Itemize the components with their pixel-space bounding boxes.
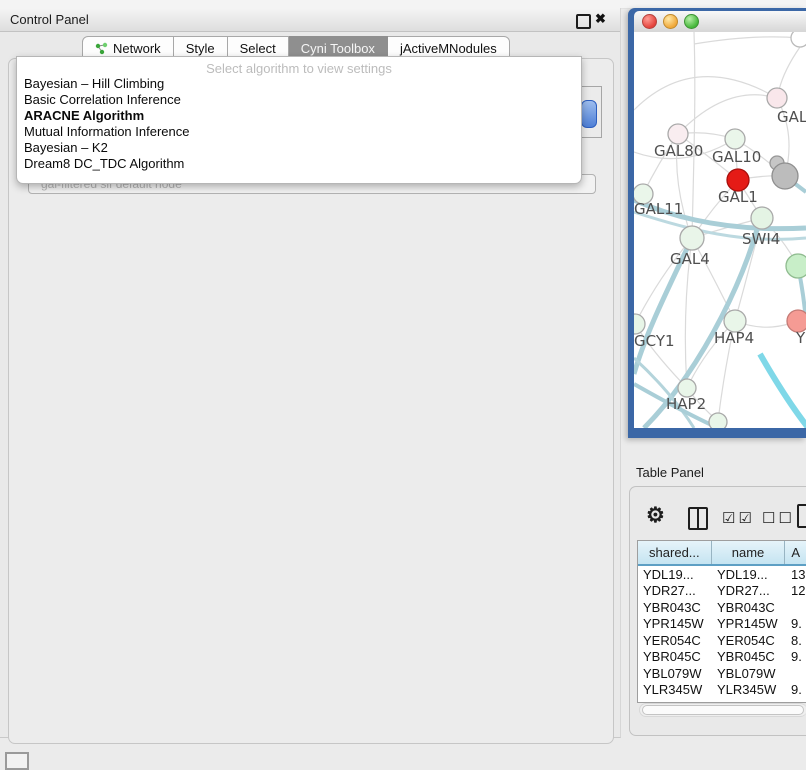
network-node-gal80[interactable] bbox=[668, 124, 688, 144]
table-cell: 9. bbox=[786, 682, 806, 697]
network-canvas[interactable]: GAL GAL80 GAL10 GAL1 GAL11 SWI4 GAL4 GCY1 HAP4 Y H… bbox=[634, 32, 806, 428]
network-node[interactable] bbox=[709, 413, 727, 428]
table-cell: YBR043C bbox=[712, 600, 786, 615]
table-cell: YPR145W bbox=[712, 616, 786, 631]
tab-label: Network bbox=[113, 41, 161, 56]
mac-minimize-icon[interactable] bbox=[663, 14, 678, 29]
network-graph: GAL GAL80 GAL10 GAL1 GAL11 SWI4 GAL4 GCY1 HAP4 Y H… bbox=[634, 32, 806, 428]
table-cell: 12 bbox=[786, 583, 806, 598]
table-cell: YBR045C bbox=[712, 649, 786, 664]
network-node[interactable] bbox=[791, 32, 806, 47]
algorithm-dropdown-hint: Select algorithm to view settings bbox=[17, 57, 581, 76]
tab-label: Select bbox=[240, 41, 276, 56]
table-cell: YDL19... bbox=[638, 567, 712, 582]
network-edge bbox=[694, 37, 800, 44]
table-cell: 9. bbox=[786, 616, 806, 631]
table-cell: YPR145W bbox=[638, 616, 712, 631]
table-row[interactable]: YBR043CYBR043C bbox=[638, 599, 806, 616]
node-label: HAP4 bbox=[714, 329, 754, 347]
network-edge bbox=[634, 77, 777, 110]
network-edge bbox=[682, 95, 777, 130]
table-column-header[interactable]: A bbox=[785, 541, 806, 564]
algorithm-option[interactable]: Dream8 DC_TDC Algorithm bbox=[17, 156, 581, 172]
table-horizontal-scrollbar[interactable] bbox=[639, 703, 806, 717]
algorithm-dropdown-list: Select algorithm to view settings Bayesi… bbox=[16, 56, 582, 184]
document-icon[interactable] bbox=[797, 504, 806, 528]
table-row[interactable]: YBL079WYBL079W bbox=[638, 665, 806, 682]
algorithm-option[interactable]: Mutual Information Inference bbox=[17, 124, 581, 140]
table-row[interactable]: YDL19...YDL19...13 bbox=[638, 566, 806, 583]
network-node[interactable] bbox=[786, 254, 806, 278]
table-row[interactable]: YLR345WYLR345W9. bbox=[638, 682, 806, 699]
columns-icon[interactable] bbox=[688, 507, 708, 530]
node-label: GAL10 bbox=[712, 148, 761, 166]
network-node-swi4[interactable] bbox=[751, 207, 773, 229]
node-label: SWI4 bbox=[742, 230, 780, 248]
table-cell: 13 bbox=[786, 567, 806, 582]
network-node[interactable] bbox=[767, 88, 787, 108]
gear-icon[interactable]: ⚙ bbox=[646, 503, 665, 528]
table-column-header[interactable]: name bbox=[712, 541, 786, 564]
table-cell: YLR345W bbox=[638, 682, 712, 697]
close-icon[interactable]: ✖ bbox=[595, 11, 606, 27]
table-row[interactable]: YDR27...YDR27...12 bbox=[638, 583, 806, 600]
tab-label: Style bbox=[186, 41, 215, 56]
table-cell: YER054C bbox=[638, 633, 712, 648]
table-cell: YBL079W bbox=[638, 666, 712, 681]
network-edge bbox=[779, 47, 800, 90]
table-cell: YBR043C bbox=[638, 600, 712, 615]
node-label: GAL1 bbox=[718, 188, 758, 206]
checked-boxes-icon[interactable]: ☑☑ bbox=[722, 509, 755, 527]
mac-close-icon[interactable] bbox=[642, 14, 657, 29]
network-node-gal10[interactable] bbox=[725, 129, 745, 149]
node-label: GAL11 bbox=[634, 200, 683, 218]
algorithm-option[interactable]: Basic Correlation Inference bbox=[17, 92, 581, 108]
table-row[interactable]: YER054CYER054C8. bbox=[638, 632, 806, 649]
node-label: Y bbox=[795, 329, 806, 347]
table-cell: YDR27... bbox=[638, 583, 712, 598]
tab-label: Cyni Toolbox bbox=[301, 41, 375, 56]
control-panel-title: Control Panel bbox=[10, 12, 89, 27]
table-column-header[interactable]: shared... bbox=[638, 541, 712, 564]
algorithm-option[interactable]: ARACNE Algorithm bbox=[17, 108, 581, 124]
table-row[interactable]: YPR145WYPR145W9. bbox=[638, 616, 806, 633]
hidden-combo-stepper[interactable] bbox=[581, 100, 597, 128]
table-cell: YBL079W bbox=[712, 666, 786, 681]
algorithm-option[interactable]: Bayesian – K2 bbox=[17, 140, 581, 156]
node-attribute-table[interactable]: shared...nameAYDL19...YDL19...13YDR27...… bbox=[637, 540, 806, 703]
control-panel-window: Control Panel ✖ Network Style Select Cyni T… bbox=[0, 8, 621, 738]
node-label: GCY1 bbox=[634, 332, 675, 350]
network-edge bbox=[760, 354, 806, 428]
minimized-panel-icon[interactable] bbox=[5, 752, 29, 770]
algorithm-dropdown-items: Bayesian – Hill ClimbingBasic Correlatio… bbox=[17, 76, 581, 172]
table-cell: YER054C bbox=[712, 633, 786, 648]
mac-zoom-icon[interactable] bbox=[684, 14, 699, 29]
table-cell: YDR27... bbox=[712, 583, 786, 598]
table-cell: 8. bbox=[786, 633, 806, 648]
control-panel-titlebar: Control Panel ✖ bbox=[0, 8, 620, 32]
table-cell: YBR045C bbox=[638, 649, 712, 664]
node-label: GAL4 bbox=[670, 250, 710, 268]
table-cell: YDL19... bbox=[712, 567, 786, 582]
network-icon bbox=[95, 42, 108, 55]
network-node-gcy1[interactable] bbox=[634, 314, 645, 334]
unchecked-boxes-icon[interactable]: ☐☐ bbox=[762, 509, 795, 527]
table-panel-title: Table Panel bbox=[636, 465, 704, 480]
node-label: GAL80 bbox=[654, 142, 703, 160]
network-node[interactable] bbox=[772, 163, 798, 189]
float-window-icon[interactable] bbox=[576, 14, 591, 29]
table-row[interactable]: YBR045CYBR045C9. bbox=[638, 649, 806, 666]
node-label: HAP2 bbox=[666, 395, 706, 413]
algorithm-option[interactable]: Bayesian – Hill Climbing bbox=[17, 76, 581, 92]
table-cell: YLR345W bbox=[712, 682, 786, 697]
tab-label: jActiveMNodules bbox=[400, 41, 497, 56]
network-node-gal4[interactable] bbox=[680, 226, 704, 250]
node-label: GAL bbox=[777, 108, 806, 126]
table-cell: 9. bbox=[786, 649, 806, 664]
network-edge bbox=[692, 32, 695, 238]
network-view-titlebar[interactable] bbox=[634, 11, 806, 33]
